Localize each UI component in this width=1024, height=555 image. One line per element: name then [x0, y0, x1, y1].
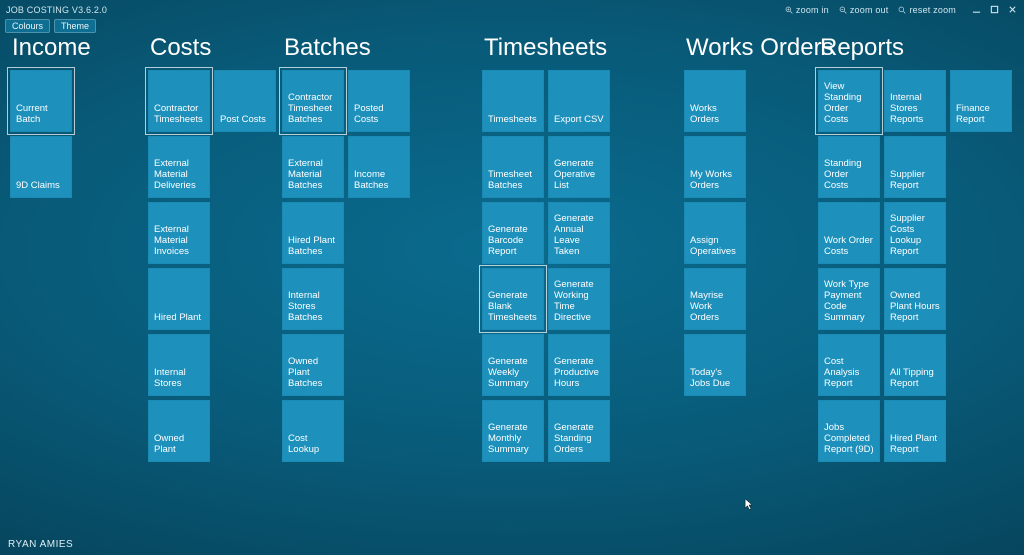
close-button[interactable] [1006, 4, 1018, 16]
tile-generate-blank-timesheets[interactable]: Generate Blank Timesheets [482, 268, 544, 330]
tile-hired-plant-report[interactable]: Hired Plant Report [884, 400, 946, 462]
tile-post-costs[interactable]: Post Costs [214, 70, 276, 132]
column-costs: Costs Contractor Timesheets External Mat… [148, 34, 276, 462]
magnifier-plus-icon [785, 6, 793, 14]
maximize-button[interactable] [988, 4, 1000, 16]
magnifier-minus-icon [839, 6, 847, 14]
tile-external-material-deliveries[interactable]: External Material Deliveries [148, 136, 210, 198]
column-title-costs: Costs [150, 34, 276, 64]
tile-board: Income Current Batch 9D Claims Costs Con… [10, 34, 1024, 535]
zoom-out-button[interactable]: zoom out [835, 5, 893, 15]
tile-finance-report[interactable]: Finance Report [950, 70, 1012, 132]
tile-income-batches[interactable]: Income Batches [348, 136, 410, 198]
tile-supplier-costs-lookup-report[interactable]: Supplier Costs Lookup Report [884, 202, 946, 264]
column-title-income: Income [12, 34, 91, 64]
tile-hired-plant[interactable]: Hired Plant [148, 268, 210, 330]
column-title-batches: Batches [284, 34, 410, 64]
tile-standing-order-costs[interactable]: Standing Order Costs [818, 136, 880, 198]
tile-current-batch[interactable]: Current Batch [10, 70, 72, 132]
tile-work-type-payment-code-summary[interactable]: Work Type Payment Code Summary [818, 268, 880, 330]
window-controls [970, 4, 1018, 16]
tile-internal-stores-reports[interactable]: Internal Stores Reports [884, 70, 946, 132]
colours-button[interactable]: Colours [5, 19, 50, 33]
column-income: Income Current Batch 9D Claims [10, 34, 91, 198]
column-title-works-orders: Works Orders [686, 34, 834, 64]
tile-generate-barcode-report[interactable]: Generate Barcode Report [482, 202, 544, 264]
tile-posted-costs[interactable]: Posted Costs [348, 70, 410, 132]
tile-jobs-completed-report-9d[interactable]: Jobs Completed Report (9D) [818, 400, 880, 462]
tile-supplier-report[interactable]: Supplier Report [884, 136, 946, 198]
tile-works-orders[interactable]: Works Orders [684, 70, 746, 132]
tile-export-csv[interactable]: Export CSV [548, 70, 610, 132]
tile-contractor-timesheet-batches[interactable]: Contractor Timesheet Batches [282, 70, 344, 132]
tile-hired-plant-batches[interactable]: Hired Plant Batches [282, 202, 344, 264]
column-title-reports: Reports [820, 34, 1012, 64]
column-reports: Reports View Standing Order Costs Standi… [818, 34, 1012, 462]
magnifier-reset-icon [898, 6, 906, 14]
tile-timesheet-batches[interactable]: Timesheet Batches [482, 136, 544, 198]
tile-generate-operative-list[interactable]: Generate Operative List [548, 136, 610, 198]
tile-internal-stores[interactable]: Internal Stores [148, 334, 210, 396]
titlebar: JOB COSTING V3.6.2.0 zoom in zoom out re… [0, 0, 1024, 17]
tile-cost-analysis-report[interactable]: Cost Analysis Report [818, 334, 880, 396]
tile-generate-annual-leave-taken[interactable]: Generate Annual Leave Taken [548, 202, 610, 264]
tile-generate-working-time-directive[interactable]: Generate Working Time Directive [548, 268, 610, 330]
tile-generate-productive-hours[interactable]: Generate Productive Hours [548, 334, 610, 396]
app-title: JOB COSTING V3.6.2.0 [6, 5, 107, 15]
tile-timesheets[interactable]: Timesheets [482, 70, 544, 132]
reset-zoom-label: reset zoom [909, 5, 956, 15]
column-works-orders: Works Orders Works Orders My Works Order… [684, 34, 834, 396]
tile-external-material-batches[interactable]: External Material Batches [282, 136, 344, 198]
tile-contractor-timesheets[interactable]: Contractor Timesheets [148, 70, 210, 132]
tile-mayrise-work-orders[interactable]: Mayrise Work Orders [684, 268, 746, 330]
tile-external-material-invoices[interactable]: External Material Invoices [148, 202, 210, 264]
tile-generate-standing-orders[interactable]: Generate Standing Orders [548, 400, 610, 462]
tile-cost-lookup[interactable]: Cost Lookup [282, 400, 344, 462]
theme-toolbar: Colours Theme [0, 17, 1024, 33]
tile-generate-weekly-summary[interactable]: Generate Weekly Summary [482, 334, 544, 396]
column-batches: Batches Contractor Timesheet Batches Ext… [282, 34, 410, 462]
minimize-button[interactable] [970, 4, 982, 16]
tile-view-standing-order-costs[interactable]: View Standing Order Costs [818, 70, 880, 132]
zoom-out-label: zoom out [850, 5, 889, 15]
tile-generate-monthly-summary[interactable]: Generate Monthly Summary [482, 400, 544, 462]
zoom-in-label: zoom in [796, 5, 829, 15]
tile-9d-claims[interactable]: 9D Claims [10, 136, 72, 198]
tile-owned-plant-hours-report[interactable]: Owned Plant Hours Report [884, 268, 946, 330]
zoom-controls: zoom in zoom out reset zoom [781, 5, 960, 15]
zoom-in-button[interactable]: zoom in [781, 5, 833, 15]
column-timesheets: Timesheets Timesheets Timesheet Batches … [482, 34, 610, 462]
tile-owned-plant-batches[interactable]: Owned Plant Batches [282, 334, 344, 396]
tile-todays-jobs-due[interactable]: Today's Jobs Due [684, 334, 746, 396]
column-title-timesheets: Timesheets [484, 34, 610, 64]
theme-button[interactable]: Theme [54, 19, 96, 33]
tile-owned-plant[interactable]: Owned Plant [148, 400, 210, 462]
tile-assign-operatives[interactable]: Assign Operatives [684, 202, 746, 264]
reset-zoom-button[interactable]: reset zoom [894, 5, 960, 15]
current-user-label: RYAN AMIES [8, 539, 73, 550]
tile-my-works-orders[interactable]: My Works Orders [684, 136, 746, 198]
tile-internal-stores-batches[interactable]: Internal Stores Batches [282, 268, 344, 330]
tile-work-order-costs[interactable]: Work Order Costs [818, 202, 880, 264]
tile-all-tipping-report[interactable]: All Tipping Report [884, 334, 946, 396]
